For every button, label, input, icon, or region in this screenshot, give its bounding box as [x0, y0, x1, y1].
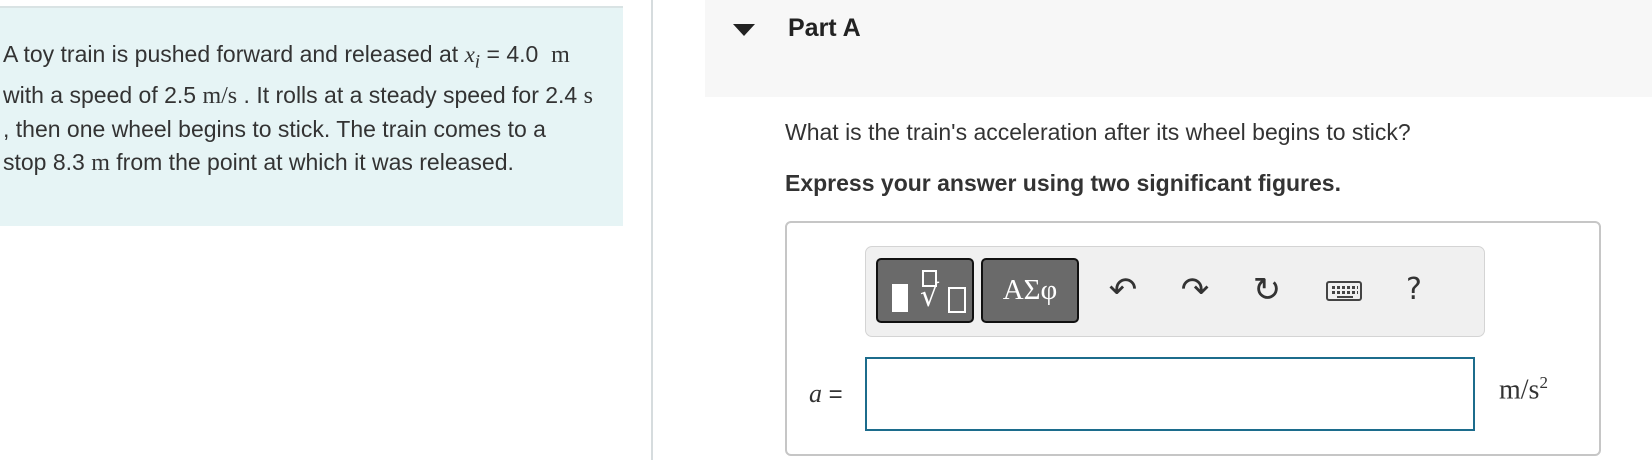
x-value: 4.0 [506, 41, 539, 67]
redo-icon[interactable]: ↷ [1174, 269, 1216, 311]
problem-text: A toy train is pushed forward and releas… [3, 38, 593, 180]
unit-s: s [583, 82, 593, 109]
answer-unit: m/s2 [1499, 373, 1548, 406]
templates-button[interactable]: √ [876, 258, 974, 323]
variable-x: xi [464, 42, 481, 73]
math-toolbar: √ ΑΣφ ↶ ↷ ↻ ? [865, 246, 1485, 337]
answer-box: √ ΑΣφ ↶ ↷ ↻ ? a = m/s2 [785, 221, 1601, 456]
undo-icon[interactable]: ↶ [1102, 269, 1144, 311]
reset-icon[interactable]: ↻ [1246, 269, 1288, 311]
problem-text-part: from the point at which it was released. [109, 148, 514, 175]
answer-variable-label: a = [809, 379, 843, 408]
question-text: What is the train's acceleration after i… [785, 119, 1411, 145]
keyboard-icon[interactable] [1324, 269, 1366, 311]
greek-symbols-icon: ΑΣφ [1002, 274, 1058, 306]
unit-m: m [91, 149, 110, 176]
pane-divider [651, 0, 653, 460]
templates-icon [892, 284, 908, 312]
answer-input[interactable] [865, 357, 1475, 431]
help-icon[interactable]: ? [1393, 269, 1435, 311]
instruction-text: Express your answer using two significan… [785, 170, 1341, 196]
caret-down-icon[interactable] [733, 24, 755, 36]
problem-text-part: with a speed of 2.5 [3, 81, 203, 108]
greek-symbols-button[interactable]: ΑΣφ [981, 258, 1079, 323]
problem-text-part: . It rolls at a steady speed for 2.4 [237, 81, 584, 108]
unit-speed: m/s [202, 82, 238, 109]
problem-panel: A toy train is pushed forward and releas… [0, 6, 623, 226]
equals-sign: = [480, 41, 507, 67]
unit-m: m [551, 42, 570, 68]
part-header[interactable]: Part A [705, 0, 1652, 97]
problem-text-part: A toy train is pushed forward and releas… [3, 41, 465, 67]
part-title: Part A [788, 14, 861, 42]
